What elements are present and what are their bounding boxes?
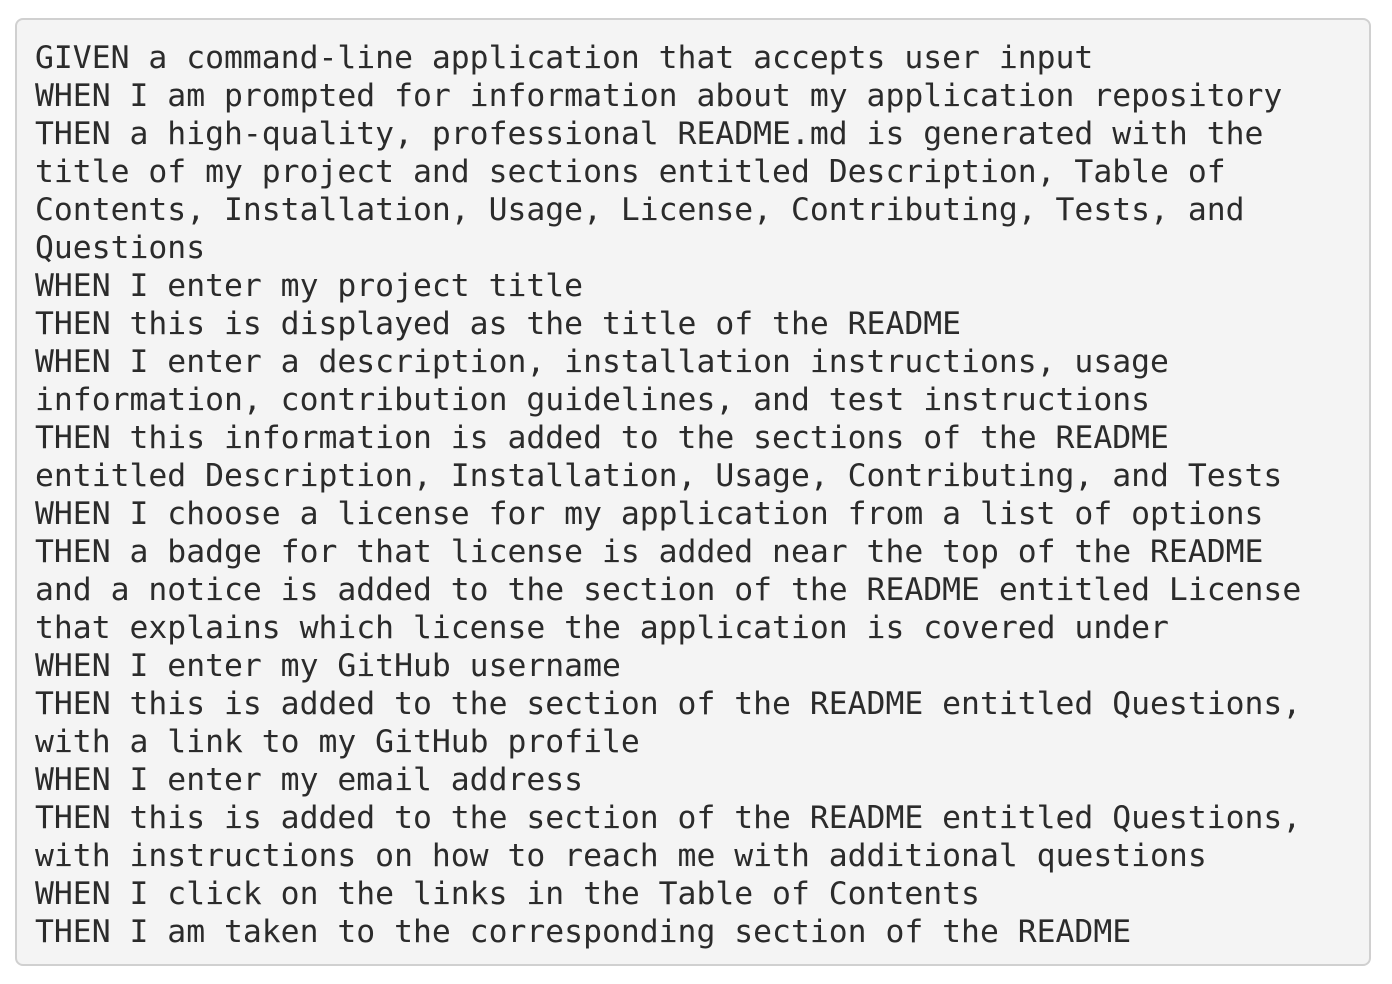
code-line: Questions bbox=[35, 230, 206, 266]
code-line: with a link to my GitHub profile bbox=[35, 724, 640, 760]
code-line: THEN a high-quality, professional README… bbox=[35, 116, 1264, 152]
code-line: WHEN I choose a license for my applicati… bbox=[35, 496, 1264, 532]
code-line: title of my project and sections entitle… bbox=[35, 154, 1226, 190]
code-line: THEN a badge for that license is added n… bbox=[35, 534, 1264, 570]
code-line: WHEN I enter my email address bbox=[35, 762, 584, 798]
code-line: WHEN I click on the links in the Table o… bbox=[35, 876, 980, 912]
code-line: THEN this is displayed as the title of t… bbox=[35, 306, 962, 342]
code-line: WHEN I enter my project title bbox=[35, 268, 584, 304]
code-line: THEN this is added to the section of the… bbox=[35, 686, 1302, 722]
code-line: THEN I am taken to the corresponding sec… bbox=[35, 914, 1132, 950]
code-line: Contents, Installation, Usage, License, … bbox=[35, 192, 1245, 228]
code-line: entitled Description, Installation, Usag… bbox=[35, 458, 1283, 494]
code-line: WHEN I enter a description, installation… bbox=[35, 344, 1169, 380]
code-line: WHEN I enter my GitHub username bbox=[35, 648, 621, 684]
code-line: with instructions on how to reach me wit… bbox=[35, 838, 1207, 874]
code-line: and a notice is added to the section of … bbox=[35, 572, 1302, 608]
code-line: THEN this is added to the section of the… bbox=[35, 800, 1302, 836]
code-line: WHEN I am prompted for information about… bbox=[35, 78, 1283, 114]
code-line: information, contribution guidelines, an… bbox=[35, 382, 1151, 418]
code-block: GIVEN a command-line application that ac… bbox=[15, 18, 1371, 966]
code-line: that explains which license the applicat… bbox=[35, 610, 1169, 646]
code-line: THEN this information is added to the se… bbox=[35, 420, 1169, 456]
code-line: GIVEN a command-line application that ac… bbox=[35, 40, 1094, 76]
